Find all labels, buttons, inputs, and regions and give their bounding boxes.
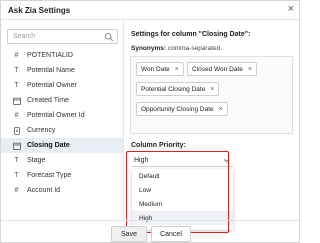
search-placeholder: Search bbox=[13, 33, 36, 40]
synonym-chip: Won Date × bbox=[136, 62, 184, 76]
sidebar-item-label: Stage bbox=[27, 157, 46, 164]
sidebar-item-label: Created Time bbox=[27, 97, 70, 104]
save-button[interactable]: Save bbox=[111, 226, 147, 242]
remove-chip-icon[interactable]: × bbox=[210, 86, 214, 93]
close-icon[interactable]: × bbox=[288, 3, 294, 15]
sidebar-item-label: Potential Owner bbox=[27, 82, 77, 89]
synonyms-input[interactable]: Won Date × Closed Won Date × Potential C… bbox=[130, 56, 293, 134]
synonym-chip-label: Closed Won Date bbox=[192, 65, 243, 73]
divider bbox=[1, 220, 301, 221]
settings-heading: Settings for column "Closing Date": bbox=[131, 31, 251, 38]
synonym-chip-label: Potential Closing Date bbox=[141, 85, 206, 93]
cancel-button[interactable]: Cancel bbox=[151, 226, 191, 242]
synonym-chip: Potential Closing Date × bbox=[136, 82, 220, 96]
remove-chip-icon[interactable]: × bbox=[248, 66, 252, 73]
sidebar-item[interactable]: Currency bbox=[1, 123, 123, 138]
sidebar-item-label: Potential Owner Id bbox=[27, 112, 85, 119]
hash-icon: # bbox=[14, 112, 19, 119]
dialog-title: Ask Zia Settings bbox=[8, 6, 71, 15]
hash-icon: # bbox=[14, 187, 19, 194]
sidebar-item[interactable]: # POTENTIALID bbox=[1, 48, 123, 63]
synonyms-hint: comma-separated. bbox=[167, 45, 223, 52]
remove-chip-icon[interactable]: × bbox=[219, 106, 223, 113]
sidebar-item[interactable]: # Account Id bbox=[1, 183, 123, 198]
synonym-chip: Opportunity Closing Date × bbox=[136, 102, 228, 116]
sidebar-item-label: Closing Date bbox=[27, 142, 70, 149]
sidebar-item-label: Forecast Type bbox=[27, 172, 72, 179]
column-priority-label: Column Priority: bbox=[131, 142, 186, 149]
synonyms-title: Synonyms: bbox=[131, 45, 167, 52]
text-icon: T bbox=[14, 157, 19, 164]
text-icon: T bbox=[14, 172, 19, 179]
sidebar-item[interactable]: # Potential Owner Id bbox=[1, 108, 123, 123]
calendar-icon bbox=[12, 96, 21, 105]
text-icon: T bbox=[14, 82, 19, 89]
calendar-icon bbox=[12, 141, 21, 150]
currency-icon bbox=[12, 126, 21, 135]
column-list: # POTENTIALID T Potential Name T Potential Ow… bbox=[1, 48, 123, 198]
search-icon bbox=[104, 32, 114, 42]
hash-icon: # bbox=[14, 52, 19, 59]
column-sidebar: Search # POTENTIALID T Potential Name T Poten… bbox=[1, 20, 124, 220]
sidebar-item-label: Currency bbox=[27, 127, 56, 134]
sidebar-item[interactable]: Created Time bbox=[1, 93, 123, 108]
text-icon: T bbox=[14, 67, 19, 74]
remove-chip-icon[interactable]: × bbox=[175, 66, 179, 73]
sidebar-item[interactable]: Closing Date bbox=[1, 138, 123, 153]
synonym-chip-label: Won Date bbox=[141, 65, 170, 73]
sidebar-item-label: Potential Name bbox=[27, 67, 75, 74]
search-input[interactable]: Search bbox=[7, 29, 118, 44]
sidebar-item-label: POTENTIALID bbox=[27, 52, 73, 59]
sidebar-item-label: Account Id bbox=[27, 187, 61, 194]
sidebar-item[interactable]: T Potential Owner bbox=[1, 78, 123, 93]
settings-dialog: Ask Zia Settings × Search # POTENTIALID T P… bbox=[0, 0, 301, 243]
sidebar-item[interactable]: T Potential Name bbox=[1, 63, 123, 78]
sidebar-item[interactable]: T Forecast Type bbox=[1, 168, 123, 183]
synonym-chip-label: Opportunity Closing Date bbox=[141, 105, 214, 113]
sidebar-item[interactable]: T Stage bbox=[1, 153, 123, 168]
synonym-chip: Closed Won Date × bbox=[187, 62, 257, 76]
synonyms-label: Synonyms: comma-separated. bbox=[131, 45, 222, 52]
